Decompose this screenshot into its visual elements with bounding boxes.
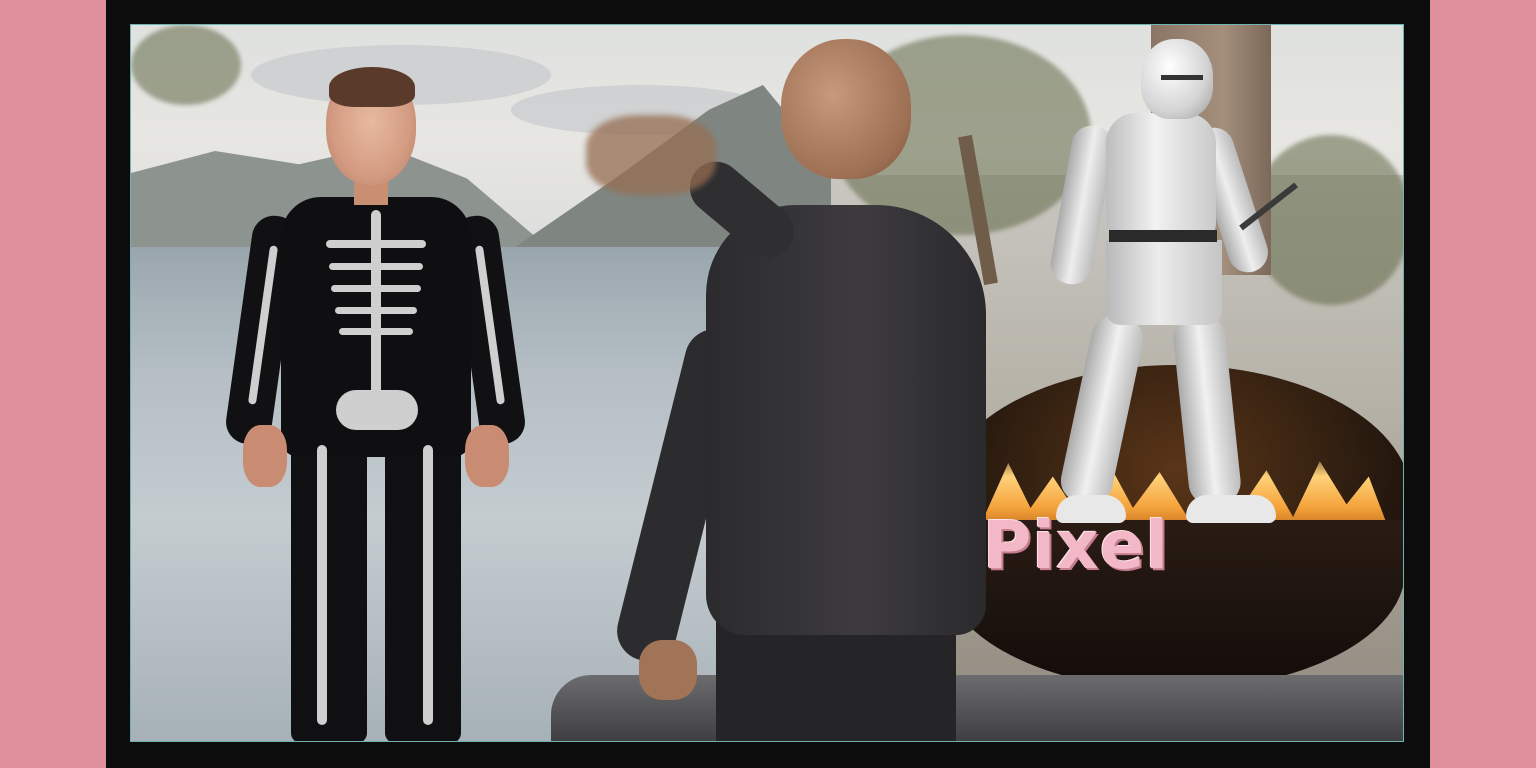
leg-bone xyxy=(317,445,327,725)
leg-bone xyxy=(423,445,433,725)
man-torso xyxy=(706,205,986,635)
left-pink-band xyxy=(0,0,106,768)
man-head xyxy=(781,39,911,179)
tree-foliage xyxy=(1251,135,1403,305)
scene-image: Pixel xyxy=(130,24,1404,742)
avatar-hand xyxy=(465,425,509,487)
avatar-hand xyxy=(243,425,287,487)
knight-visor xyxy=(1161,75,1203,80)
man-raised-hand xyxy=(586,115,716,195)
rib-bone xyxy=(339,328,413,335)
knight-boot xyxy=(1186,495,1276,523)
rib-bone xyxy=(329,263,423,270)
page: Pixel xyxy=(0,0,1536,768)
right-pink-band xyxy=(1430,0,1536,768)
caption-text: Pixel xyxy=(983,507,1169,584)
pelvis-bone xyxy=(336,390,418,430)
rib-bone xyxy=(331,285,421,292)
knight-tassets xyxy=(1106,240,1222,325)
rib-bone xyxy=(326,240,426,248)
avatar-leg xyxy=(291,445,367,741)
tree-foliage xyxy=(131,25,241,105)
knight-breastplate xyxy=(1106,113,1216,238)
avatar-hair xyxy=(329,67,415,107)
rib-bone xyxy=(335,307,417,314)
man-hand xyxy=(639,640,697,700)
knight-belt xyxy=(1109,230,1217,242)
